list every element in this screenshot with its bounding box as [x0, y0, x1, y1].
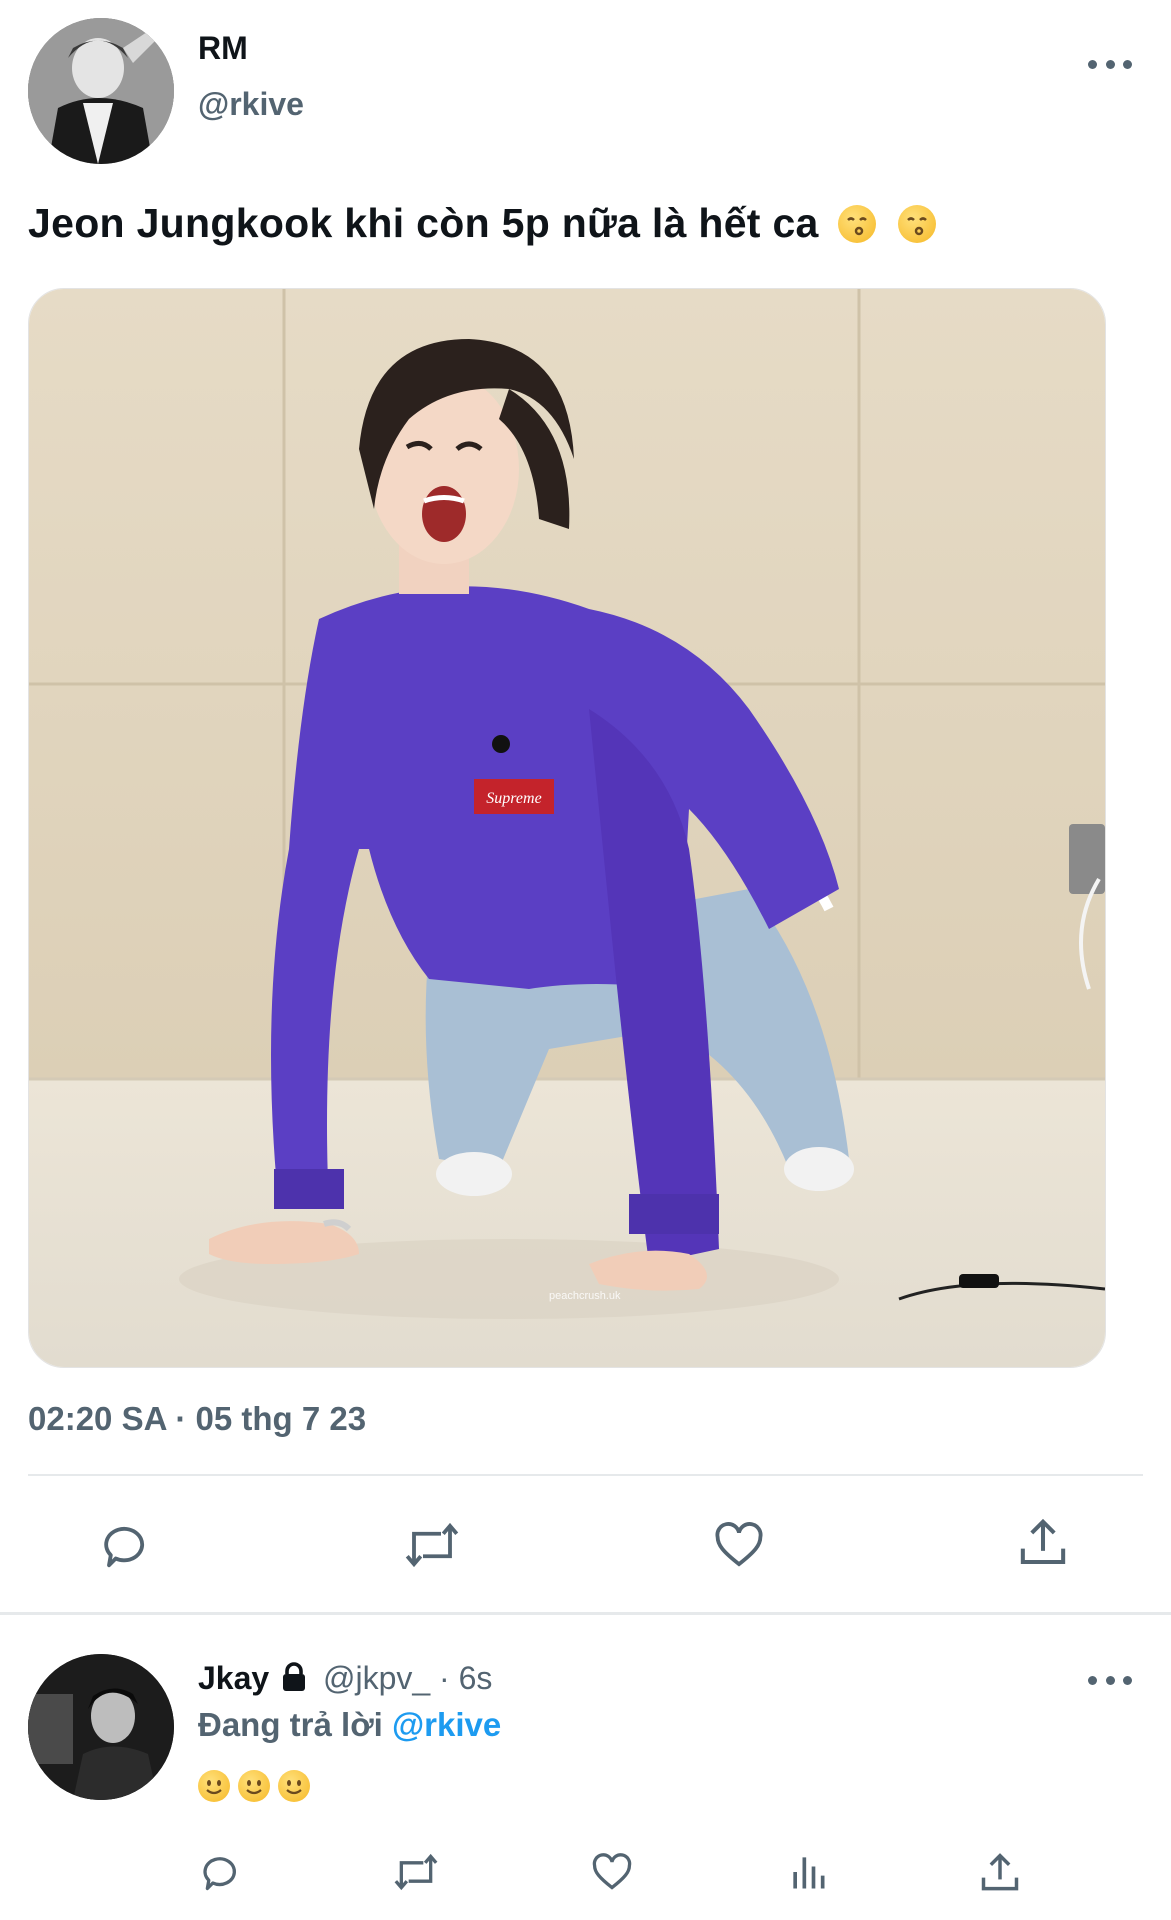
- tweet-media-image[interactable]: Supreme peachcrush.uk: [28, 288, 1106, 1368]
- replying-prefix: Đang trả lời: [198, 1706, 383, 1743]
- reply-avatar-photo: [28, 1654, 174, 1800]
- reply-author-handle[interactable]: @jkpv_: [323, 1660, 430, 1696]
- replying-to: Đang trả lời @rkive: [198, 1706, 501, 1744]
- reply-header: Jkay @jkpv_ · 6s: [198, 1660, 492, 1697]
- reply-time[interactable]: · 6s: [439, 1660, 492, 1696]
- reply-retweet-icon[interactable]: [390, 1850, 442, 1894]
- reply-icon[interactable]: [100, 1518, 154, 1572]
- reply-author-name[interactable]: Jkay: [198, 1660, 269, 1696]
- reply-reply-icon[interactable]: [200, 1850, 244, 1894]
- replying-mention[interactable]: @rkive: [392, 1706, 501, 1743]
- author-name[interactable]: RM: [198, 30, 248, 67]
- kissing-face-emoji: [898, 205, 937, 243]
- author-handle[interactable]: @rkive: [198, 86, 304, 123]
- divider: [28, 1474, 1143, 1476]
- retweet-icon[interactable]: [402, 1518, 462, 1572]
- tweet-timestamp[interactable]: 02:20 SA · 05 thg 7 23: [28, 1400, 366, 1438]
- reply-share-icon[interactable]: [978, 1850, 1022, 1896]
- author-avatar-photo: [28, 18, 174, 164]
- slightly-smiling-face-emoji: [278, 1770, 310, 1802]
- sweater-logo: Supreme: [486, 790, 541, 807]
- section-divider: [0, 1612, 1171, 1615]
- tweet-text-body: Jeon Jungkook khi còn 5p nữa là hết ca: [28, 200, 819, 246]
- slightly-smiling-face-emoji: [198, 1770, 230, 1802]
- lock-icon: [283, 1662, 306, 1691]
- author-avatar[interactable]: [28, 18, 174, 164]
- slightly-smiling-face-emoji: [238, 1770, 270, 1802]
- tweet-text: Jeon Jungkook khi còn 5p nữa là hết ca: [28, 200, 937, 247]
- reply-author-avatar[interactable]: [28, 1654, 174, 1800]
- image-watermark: peachcrush.uk: [549, 1290, 621, 1302]
- media-photo: Supreme peachcrush.uk: [29, 289, 1105, 1367]
- share-icon[interactable]: [1016, 1515, 1070, 1571]
- reply-more-options-icon[interactable]: [1088, 1674, 1132, 1686]
- more-options-icon[interactable]: [1088, 58, 1132, 70]
- reply-like-icon[interactable]: [590, 1850, 634, 1894]
- reply-text: [198, 1770, 310, 1807]
- like-icon[interactable]: [712, 1518, 766, 1572]
- kissing-face-emoji: [838, 205, 877, 243]
- analytics-icon[interactable]: [786, 1850, 830, 1894]
